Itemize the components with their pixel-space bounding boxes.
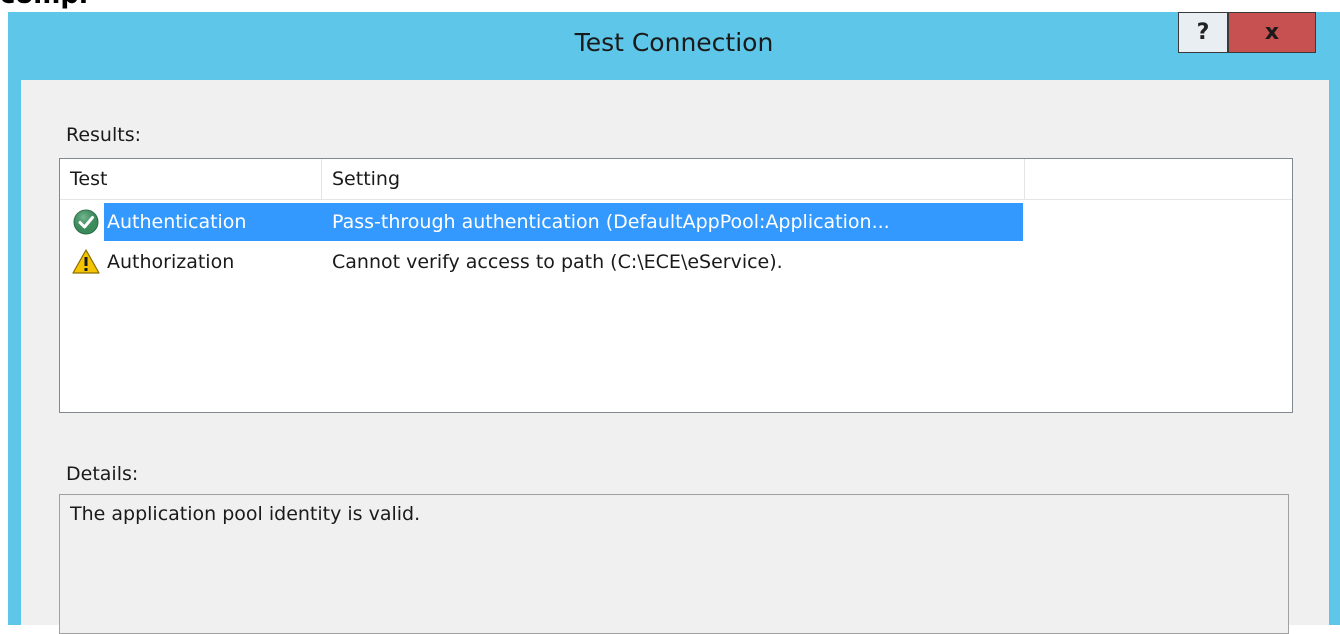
dialog-client-area: Results: Test Setting Authentication Pas… (21, 80, 1329, 634)
title-bar[interactable]: Test Connection ? x (8, 12, 1340, 80)
result-test-name: Authentication (107, 211, 247, 233)
close-button[interactable]: x (1228, 12, 1316, 53)
results-list[interactable]: Test Setting Authentication Pass-through… (59, 158, 1293, 413)
check-success-icon (73, 209, 99, 235)
result-test-name: Authorization (107, 251, 235, 273)
result-row-authentication[interactable]: Authentication Pass-through authenticati… (60, 203, 1026, 241)
window-title: Test Connection (574, 28, 774, 57)
warning-icon (72, 249, 100, 274)
column-header-setting[interactable]: Setting (322, 159, 1025, 199)
details-text: The application pool identity is valid. (70, 503, 421, 525)
results-label: Results: (66, 124, 142, 146)
background-page-text-fragment: comple (0, 0, 90, 10)
result-row-authorization[interactable]: Authorization Cannot verify access to pa… (60, 243, 1026, 281)
test-connection-dialog: Test Connection ? x Results: Test Settin… (8, 12, 1340, 634)
help-button[interactable]: ? (1178, 12, 1228, 53)
result-setting: Pass-through authentication (DefaultAppP… (332, 211, 890, 233)
results-list-header: Test Setting (60, 159, 1292, 200)
details-text-box[interactable]: The application pool identity is valid. (59, 494, 1289, 634)
details-label: Details: (66, 463, 139, 485)
result-setting: Cannot verify access to path (C:\ECE\eSe… (332, 251, 783, 273)
column-header-test[interactable]: Test (60, 159, 322, 199)
